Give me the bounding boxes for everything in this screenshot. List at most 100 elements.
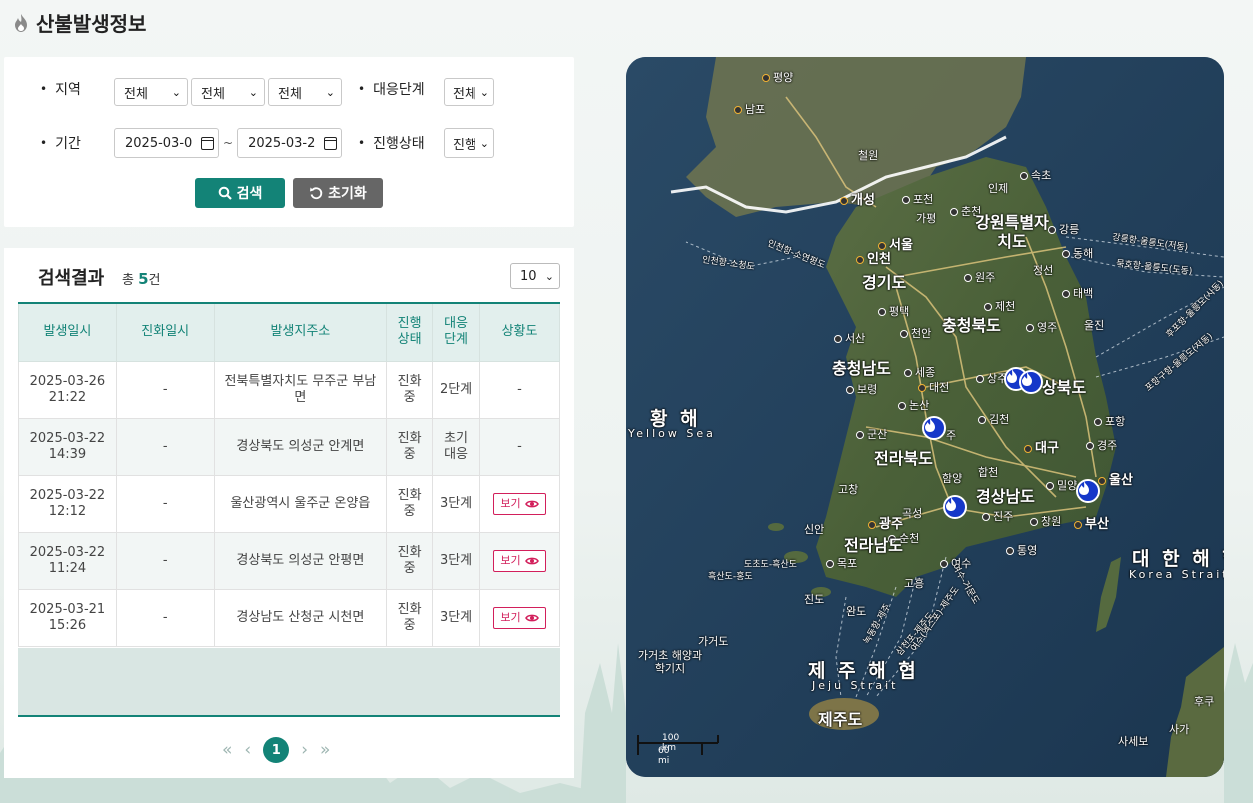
- city-label: 정선: [1033, 264, 1054, 277]
- city-label: 창원: [1030, 513, 1061, 529]
- col-occurred: 발생일시: [18, 302, 117, 362]
- cell-level: 초기대응: [432, 417, 481, 476]
- eye-icon: [524, 500, 539, 507]
- chevron-down-icon: ⌄: [248, 85, 258, 99]
- count-suffix: 건: [148, 273, 161, 288]
- next-page-button[interactable]: ›: [301, 740, 308, 760]
- period-label: 기간: [40, 133, 81, 153]
- results-count: 총 5건: [122, 269, 161, 288]
- fire-marker[interactable]: [1019, 370, 1043, 394]
- city-label: 고흥: [904, 577, 925, 590]
- view-map-button[interactable]: 보기: [493, 492, 546, 515]
- table-row[interactable]: 2025-03-26 21:22- 전북특별자치도 무주군 부남면 진화중 2단계 -: [18, 360, 560, 419]
- province-label: 제주도: [818, 710, 863, 729]
- search-icon: [218, 186, 232, 200]
- view-map-button[interactable]: 보기: [493, 549, 546, 572]
- ferry-route-label: 흑산도-홍도: [708, 572, 753, 582]
- table-row[interactable]: 2025-03-22 11:24- 경상북도 의성군 안평면 진화중 3단계 보기: [18, 531, 560, 590]
- sea-label-en: Jeju Strait: [812, 679, 899, 692]
- city-label: 가평: [916, 212, 937, 225]
- province-label: 경기도: [862, 273, 907, 292]
- table-row[interactable]: 2025-03-22 14:39- 경상북도 의성군 안계면 진화중 초기대응 -: [18, 417, 560, 476]
- region-sigungu-value: 전체: [201, 86, 225, 102]
- reset-icon: [310, 187, 323, 200]
- city-label: 김천: [978, 411, 1009, 427]
- province-label: 전라북도: [874, 449, 933, 468]
- count-value: 5: [138, 270, 149, 288]
- date-to-value: 2025-03-2: [248, 135, 316, 151]
- city-label: 남포: [734, 101, 765, 117]
- date-from-value: 2025-03-0: [125, 135, 193, 151]
- first-page-button[interactable]: «: [222, 740, 232, 760]
- date-to-input[interactable]: 2025-03-2: [237, 128, 343, 158]
- region-sido-select[interactable]: 전체 ⌄: [114, 78, 188, 106]
- city-label: 사세보: [1118, 735, 1149, 748]
- sea-label-en: Korea Strait: [1129, 568, 1224, 581]
- cell-map: 보기: [479, 531, 560, 590]
- search-panel: 지역 전체 ⌄ 전체 ⌄ 전체 ⌄ 대응단계 전체 ⌄ 기간 2025-03-0 ~ 2…: [4, 57, 574, 227]
- table-row[interactable]: 2025-03-21 15:26- 경상남도 산청군 시천면 진화중 3단계 보기: [18, 588, 560, 647]
- cell-map: -: [479, 417, 560, 476]
- city-label: 가거도: [698, 635, 729, 648]
- response-level-select[interactable]: 전체 ⌄: [444, 78, 494, 106]
- city-label: 신안: [804, 523, 825, 536]
- city-label: 함양: [942, 472, 963, 485]
- city-label: 인제: [988, 182, 1009, 195]
- col-map: 상황도: [479, 302, 560, 362]
- progress-status-label: 진행상태: [358, 133, 425, 153]
- city-label: 세종: [904, 364, 935, 380]
- fire-marker[interactable]: [922, 416, 946, 440]
- region-eupmyeondong-value: 전체: [278, 86, 302, 102]
- response-level-label: 대응단계: [358, 79, 425, 99]
- pagination: « ‹ 1 › »: [222, 737, 330, 763]
- search-button-label: 검색: [236, 186, 263, 202]
- calendar-icon[interactable]: [201, 136, 214, 150]
- progress-status-select[interactable]: 진행 ⌄: [444, 128, 494, 158]
- wildfire-map[interactable]: 평양 남포 철원 개성 포천 가평 춘천 인제 속초 강릉 동해 인천 서울 원…: [626, 57, 1224, 777]
- current-page[interactable]: 1: [263, 737, 290, 763]
- table-header-row: 발생일시 진화일시 발생지주소 진행상태 대응단계 상황도: [18, 302, 560, 362]
- sea-label-en: Yellow Sea: [628, 427, 716, 440]
- page-title-text: 산불발생정보: [36, 12, 147, 36]
- search-button[interactable]: 검색: [195, 178, 285, 208]
- cell-extinguished: -: [115, 360, 215, 419]
- region-sigungu-select[interactable]: 전체 ⌄: [191, 78, 265, 106]
- cell-level: 3단계: [432, 474, 481, 533]
- response-level-value: 전체: [453, 86, 475, 102]
- fire-marker[interactable]: [943, 495, 967, 519]
- city-label: 밀양: [1046, 477, 1077, 493]
- city-label: 경주: [1086, 437, 1117, 453]
- region-eupmyeondong-select[interactable]: 전체 ⌄: [268, 78, 342, 106]
- city-label: 서울: [878, 234, 913, 253]
- col-address: 발생지주소: [213, 302, 388, 362]
- city-label: 부산: [1074, 513, 1109, 532]
- prev-page-button[interactable]: ‹: [244, 740, 251, 760]
- cell-map: 보기: [479, 474, 560, 533]
- city-label: 완도: [846, 605, 867, 618]
- cell-status: 진화중: [386, 417, 434, 476]
- chevron-down-icon: ⌄: [171, 85, 181, 99]
- city-label: 속초: [1020, 167, 1051, 183]
- view-map-label: 보기: [500, 496, 521, 510]
- table-row[interactable]: 2025-03-22 12:12- 울산광역시 울주군 온양읍 진화중 3단계 보기: [18, 474, 560, 533]
- cell-address: 경상북도 의성군 안평면: [213, 531, 388, 590]
- calendar-icon[interactable]: [324, 136, 338, 150]
- city-label: 태백: [1062, 285, 1093, 301]
- page-size-select[interactable]: 10 ⌄: [510, 263, 560, 289]
- province-label: 상북도: [1042, 378, 1087, 397]
- city-label: 원주: [964, 269, 995, 285]
- last-page-button[interactable]: »: [320, 740, 330, 760]
- eye-icon: [524, 614, 539, 621]
- date-from-input[interactable]: 2025-03-0: [114, 128, 219, 158]
- fire-marker[interactable]: [1076, 479, 1100, 503]
- city-label: 평양: [762, 69, 793, 85]
- city-label: 가거초 해양과학기지: [637, 649, 703, 675]
- cell-occurred: 2025-03-26 21:22: [18, 360, 117, 419]
- cell-occurred: 2025-03-22 11:24: [18, 531, 117, 590]
- view-map-button[interactable]: 보기: [493, 606, 546, 629]
- reset-button[interactable]: 초기화: [293, 178, 383, 208]
- chevron-down-icon: ⌄: [325, 85, 335, 99]
- city-label: 울산: [1098, 469, 1133, 488]
- city-label: 고창: [838, 483, 859, 496]
- results-panel: 검색결과 총 5건 10 ⌄ 발생일시 진화일시 발생지주소 진행상태 대응단계 …: [4, 248, 574, 778]
